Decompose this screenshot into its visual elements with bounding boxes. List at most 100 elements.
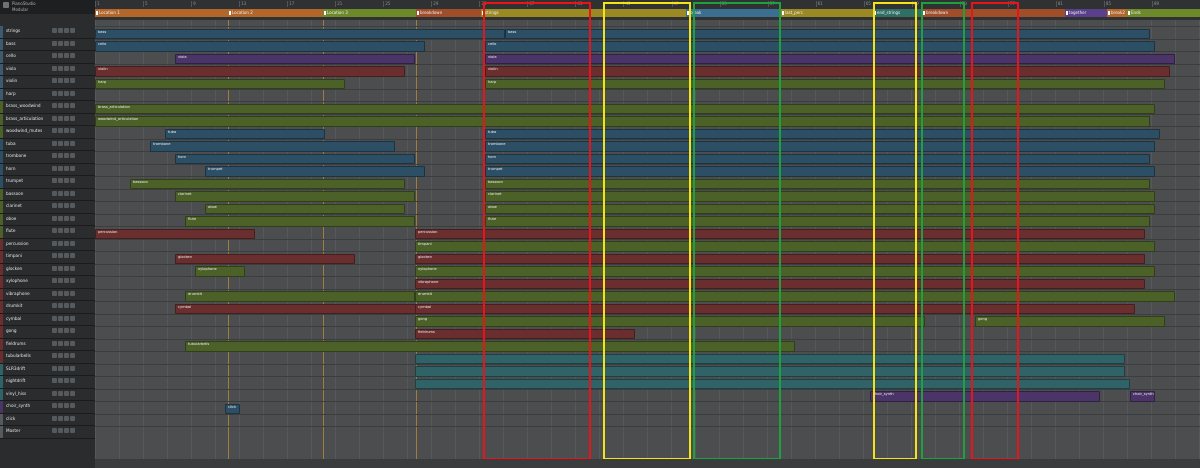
monitor-button[interactable] <box>70 178 75 183</box>
mute-button[interactable] <box>52 328 57 333</box>
record-button[interactable] <box>64 415 69 421</box>
track-header[interactable]: vibraphone <box>0 288 95 301</box>
monitor-button[interactable] <box>70 278 75 283</box>
mute-button[interactable] <box>52 240 57 246</box>
record-button[interactable] <box>64 278 69 283</box>
region-clip[interactable]: choir_synth <box>1130 391 1155 402</box>
track-header[interactable]: harp <box>0 88 95 101</box>
mute-button[interactable] <box>52 278 57 283</box>
solo-button[interactable] <box>58 240 63 246</box>
locator-marker[interactable]: strings <box>481 9 690 17</box>
solo-button[interactable] <box>58 278 63 283</box>
monitor-button[interactable] <box>70 153 75 158</box>
record-button[interactable] <box>64 53 69 58</box>
region-clip[interactable]: xylophone <box>415 266 1155 277</box>
record-button[interactable] <box>64 378 69 383</box>
region-clip[interactable]: clarinet <box>485 191 1155 202</box>
mute-button[interactable] <box>52 140 57 146</box>
track-header[interactable]: drumkit <box>0 301 95 314</box>
monitor-button[interactable] <box>70 428 75 433</box>
locator-marker[interactable]: breakdown <box>416 9 485 17</box>
solo-button[interactable] <box>58 53 63 58</box>
mute-button[interactable] <box>52 90 57 96</box>
locator-marker[interactable]: Location 3 <box>323 9 420 17</box>
mute-button[interactable] <box>52 228 57 233</box>
solo-button[interactable] <box>58 128 63 133</box>
monitor-button[interactable] <box>70 190 75 196</box>
mute-button[interactable] <box>52 215 57 221</box>
region-clip[interactable]: horn <box>175 153 415 164</box>
arrangement-area[interactable]: bass bass cello cello viola viola violin violin… <box>95 2 1200 468</box>
region-clip[interactable]: bass <box>95 28 505 39</box>
solo-button[interactable] <box>58 40 63 46</box>
track-header[interactable]: flute <box>0 226 95 239</box>
solo-button[interactable] <box>58 140 63 146</box>
monitor-button[interactable] <box>70 128 75 133</box>
monitor-button[interactable] <box>70 265 75 271</box>
region-clip[interactable]: viola <box>485 53 1175 64</box>
track-header[interactable]: xylophone <box>0 276 95 289</box>
mute-button[interactable] <box>52 378 57 383</box>
mute-button[interactable] <box>52 315 57 321</box>
solo-button[interactable] <box>58 190 63 196</box>
mute-button[interactable] <box>52 28 57 33</box>
track-header[interactable]: SLR3drift <box>0 363 95 376</box>
track-header[interactable]: glocken <box>0 263 95 276</box>
region-clip[interactable]: trombone <box>485 141 1155 152</box>
solo-button[interactable] <box>58 28 63 33</box>
region-clip[interactable]: viola <box>175 53 415 64</box>
region-clip[interactable]: tuba <box>485 128 1160 139</box>
region-clip[interactable]: trumpet <box>485 166 1155 177</box>
track-header[interactable]: nightdrift <box>0 376 95 389</box>
region-clip[interactable]: tubularbells <box>185 341 795 352</box>
region-clip[interactable]: bassoon <box>130 178 405 189</box>
region-clip[interactable]: glocken <box>175 253 355 264</box>
mute-button[interactable] <box>52 53 57 58</box>
mute-button[interactable] <box>52 265 57 271</box>
region-clip[interactable]: oboe <box>205 203 405 214</box>
track-header[interactable]: violin <box>0 76 95 89</box>
region-clip[interactable]: brass_articulation <box>95 103 1155 114</box>
record-button[interactable] <box>64 140 69 146</box>
monitor-button[interactable] <box>70 303 75 308</box>
solo-button[interactable] <box>58 315 63 321</box>
solo-button[interactable] <box>58 353 63 358</box>
record-button[interactable] <box>64 203 69 208</box>
region-clip[interactable]: trumpet <box>205 166 425 177</box>
record-button[interactable] <box>64 78 69 83</box>
solo-button[interactable] <box>58 90 63 96</box>
region-clip[interactable]: tuba <box>165 128 325 139</box>
monitor-button[interactable] <box>70 78 75 83</box>
mute-button[interactable] <box>52 115 57 121</box>
region-clip[interactable]: glocken <box>415 253 1145 264</box>
monitor-button[interactable] <box>70 165 75 171</box>
horizontal-scrollbar[interactable] <box>95 459 1200 468</box>
solo-button[interactable] <box>58 65 63 71</box>
record-button[interactable] <box>64 428 69 433</box>
track-header[interactable]: oboe <box>0 213 95 226</box>
locator-marker[interactable]: end_strings <box>873 9 926 17</box>
track-header[interactable]: timpani <box>0 251 95 264</box>
track-header[interactable]: tubularbells <box>0 351 95 364</box>
region-clip[interactable]: clarinet <box>175 191 415 202</box>
solo-button[interactable] <box>58 303 63 308</box>
monitor-button[interactable] <box>70 415 75 421</box>
monitor-button[interactable] <box>70 103 75 108</box>
solo-button[interactable] <box>58 103 63 108</box>
track-header[interactable]: bass <box>0 38 95 51</box>
track-header[interactable]: choir_synth <box>0 401 95 414</box>
record-button[interactable] <box>64 153 69 158</box>
region-clip[interactable]: percussion <box>95 228 255 239</box>
record-button[interactable] <box>64 65 69 71</box>
solo-button[interactable] <box>58 153 63 158</box>
track-header[interactable]: cello <box>0 51 95 64</box>
record-button[interactable] <box>64 403 69 408</box>
locator-marker[interactable]: Location 2 <box>228 9 327 17</box>
track-header[interactable]: trumpet <box>0 176 95 189</box>
record-button[interactable] <box>64 103 69 108</box>
track-header[interactable]: percussion <box>0 238 95 251</box>
mute-button[interactable] <box>52 40 57 46</box>
locator-marker[interactable]: breakdown <box>922 9 1069 17</box>
region-clip[interactable]: flute <box>185 216 415 227</box>
record-button[interactable] <box>64 90 69 96</box>
